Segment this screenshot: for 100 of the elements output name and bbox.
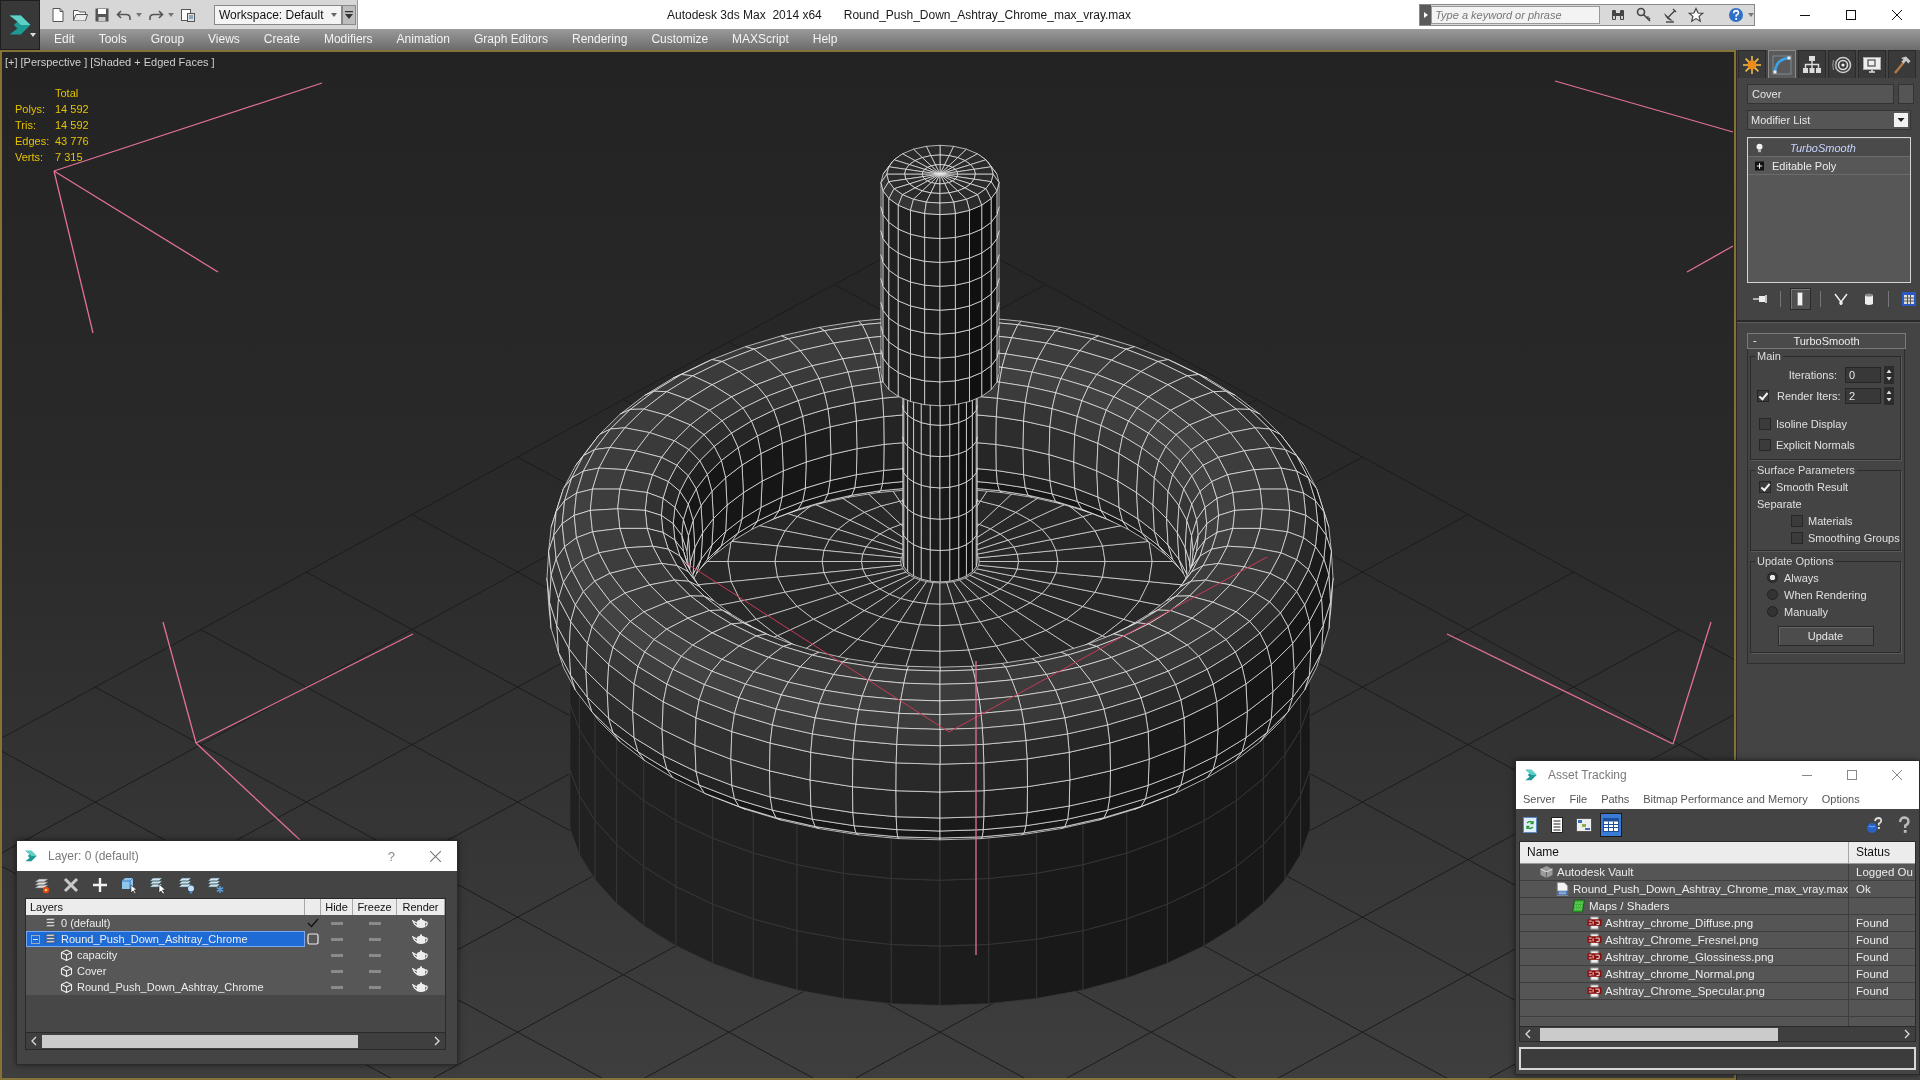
layer-item[interactable]: 0 (default) [26, 915, 305, 931]
collapse-box-icon[interactable] [31, 934, 40, 944]
layers-cursor-icon[interactable] [149, 875, 167, 894]
column-header[interactable]: Freeze [353, 899, 397, 915]
delete-icon[interactable] [62, 875, 80, 894]
menu-item[interactable]: Graph Editors [461, 29, 560, 50]
layer-item[interactable]: Cover [26, 963, 305, 979]
menu-item[interactable]: Paths [1594, 793, 1637, 805]
menu-item[interactable]: Server [1516, 793, 1563, 805]
menu-item[interactable]: MAXScript [720, 29, 801, 50]
layer-item[interactable]: Round_Push_Down_Ashtray_Chrome [26, 979, 305, 995]
teapot-icon[interactable] [412, 981, 430, 993]
chevron-right-icon[interactable] [434, 1036, 440, 1047]
teapot-icon[interactable] [412, 965, 430, 977]
new-file-icon[interactable] [50, 6, 66, 23]
project-folder-icon[interactable] [180, 6, 196, 23]
asset-row[interactable]: Ashtray_chrome_Glossiness.png Found [1520, 949, 1915, 966]
checkbox[interactable] [1791, 531, 1803, 544]
layers-snowflake-icon[interactable] [207, 875, 225, 894]
scrollbar-thumb[interactable] [42, 1034, 358, 1048]
spinner-field[interactable]: 2 [1845, 387, 1881, 404]
checkbox[interactable] [1757, 389, 1769, 402]
command-tab[interactable] [1798, 50, 1826, 78]
object-name-field[interactable]: Cover [1747, 84, 1894, 104]
layer-row[interactable]: capacity [26, 947, 445, 963]
checkbox[interactable] [1759, 480, 1771, 493]
teapot-icon[interactable] [412, 949, 430, 961]
toolbar-button[interactable] [1600, 813, 1622, 837]
radio-button[interactable] [1767, 589, 1778, 600]
save-icon[interactable] [94, 6, 110, 23]
layer-row[interactable]: Round_Push_Down_Ashtray_Chrome [26, 931, 445, 947]
maximize-icon[interactable] [1846, 9, 1856, 20]
asset-row[interactable]: Ashtray_chrome_Diffuse.png Found [1520, 915, 1915, 932]
viewport-menu-label[interactable]: [Shaded + Edged Faces ] [90, 56, 215, 68]
spinner-arrows-icon[interactable] [1884, 365, 1894, 384]
radio-button[interactable] [1767, 572, 1778, 583]
expand-button[interactable] [1420, 4, 1432, 25]
radio-button[interactable] [1767, 606, 1778, 617]
help-globe-icon[interactable] [1866, 816, 1884, 834]
viewport-menu-label[interactable]: [Perspective ] [20, 56, 88, 68]
menu-item[interactable]: Views [196, 29, 252, 50]
light-bulb-icon[interactable] [1755, 142, 1764, 153]
layer-row[interactable]: Cover [26, 963, 445, 979]
menu-item[interactable]: Rendering [560, 29, 640, 50]
asset-row[interactable]: Ashtray_Chrome_Specular.png Found [1520, 983, 1915, 1000]
layer-row[interactable]: Round_Push_Down_Ashtray_Chrome [26, 979, 445, 995]
layer-item[interactable]: capacity [26, 947, 305, 963]
column-header[interactable]: Hide [321, 899, 353, 915]
menu-item[interactable]: File [1562, 793, 1595, 805]
rollout-header[interactable]: - TurboSmooth [1747, 333, 1906, 349]
command-tab[interactable] [1738, 50, 1766, 78]
cube-cursor-icon[interactable] [120, 875, 138, 894]
new-layer-icon[interactable] [33, 875, 51, 894]
caret-icon[interactable] [136, 12, 142, 17]
checkbox[interactable] [1759, 417, 1771, 430]
key-icon[interactable] [1636, 6, 1652, 23]
object-color-swatch[interactable] [1898, 84, 1914, 104]
command-tab[interactable] [1888, 50, 1916, 78]
menu-item[interactable]: Tools [86, 29, 139, 50]
search-field[interactable]: Type a keyword or phrase [1431, 5, 1600, 24]
menu-item[interactable]: Animation [384, 29, 462, 50]
command-tab[interactable] [1828, 50, 1856, 78]
column-header[interactable]: Layers [26, 899, 305, 915]
modifier-list-dropdown[interactable]: Modifier List [1747, 110, 1911, 130]
chevron-left-icon[interactable] [1525, 1029, 1531, 1039]
spinner-arrows-icon[interactable] [1884, 386, 1894, 405]
menu-item[interactable]: Create [251, 29, 312, 50]
menu-item[interactable]: Group [138, 29, 197, 50]
command-tab[interactable] [1858, 50, 1886, 78]
star-icon[interactable] [1688, 6, 1704, 23]
layers-bulb-icon[interactable] [178, 875, 196, 894]
menu-item[interactable]: Edit [42, 29, 87, 50]
help-button[interactable]: ? [387, 848, 395, 864]
stack-tool-button[interactable] [1789, 288, 1812, 310]
asset-row[interactable]: Ashtray_Chrome_Fresnel.png Found [1520, 932, 1915, 949]
chevron-left-icon[interactable] [31, 1036, 37, 1047]
asset-row[interactable]: Autodesk Vault Logged Ou [1520, 864, 1915, 881]
teapot-icon[interactable] [412, 917, 430, 929]
horizontal-scrollbar[interactable] [1520, 1026, 1915, 1041]
viewport-menu-label[interactable]: [+] [5, 56, 18, 68]
caret-icon[interactable] [1748, 12, 1754, 17]
close-icon[interactable] [1892, 9, 1902, 20]
menu-item[interactable]: Customize [639, 29, 721, 50]
toolbar-options-button[interactable] [342, 4, 356, 25]
scrollbar-thumb[interactable] [1540, 1027, 1778, 1041]
update-button[interactable]: Update [1777, 625, 1874, 646]
teapot-icon[interactable] [412, 933, 430, 945]
column-header[interactable]: Status [1849, 842, 1915, 863]
layer-row[interactable]: 0 (default) [26, 915, 445, 931]
asset-row[interactable]: Ashtray_chrome_Normal.png Found [1520, 966, 1915, 983]
spinner-field[interactable]: 0 [1845, 366, 1881, 383]
workspace-dropdown[interactable]: Workspace: Default [214, 4, 342, 25]
add-icon[interactable] [91, 875, 109, 894]
checkbox[interactable] [1759, 438, 1771, 451]
plus-box-icon[interactable] [1755, 160, 1764, 171]
app-menu-button[interactable] [0, 0, 40, 50]
stack-item[interactable]: Editable Poly [1748, 157, 1910, 175]
horizontal-scrollbar[interactable] [26, 1032, 445, 1049]
chevron-right-icon[interactable] [1904, 1029, 1910, 1039]
help-icon[interactable] [1728, 6, 1744, 23]
